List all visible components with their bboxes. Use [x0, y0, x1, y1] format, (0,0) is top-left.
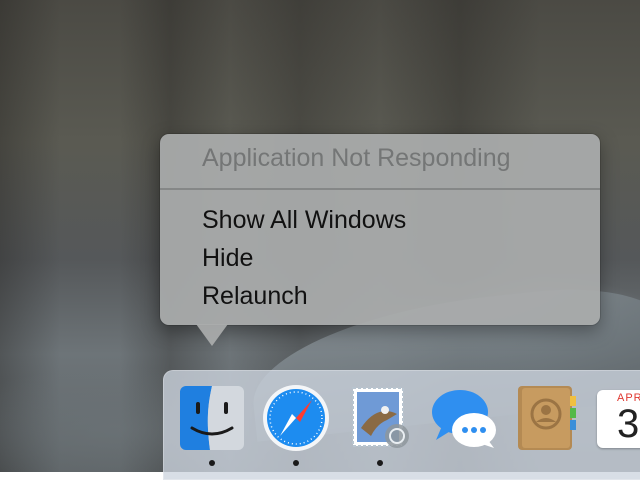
safari-icon: [263, 385, 329, 451]
dock-context-menu: Application Not Responding Show All Wind…: [160, 134, 600, 325]
mail-icon: [352, 387, 409, 448]
calendar-day: 3: [617, 402, 640, 446]
dock-item-calendar[interactable]: APR 3: [597, 384, 640, 452]
running-indicator-mail: [377, 460, 383, 466]
dock-item-safari[interactable]: [262, 384, 330, 452]
contacts-icon: [518, 386, 576, 450]
calendar-icon: APR 3: [597, 390, 640, 448]
finder-icon: [180, 386, 244, 450]
dock-item-mail[interactable]: [347, 384, 415, 452]
menu-separator: [160, 188, 600, 190]
menu-pointer-arrow: [196, 324, 228, 346]
menu-item-hide[interactable]: Hide: [202, 244, 253, 273]
dock-item-finder[interactable]: [178, 384, 246, 452]
running-indicator-safari: [293, 460, 299, 466]
messages-icon: [432, 390, 496, 448]
menu-item-relaunch[interactable]: Relaunch: [202, 282, 308, 311]
running-indicator-finder: [209, 460, 215, 466]
menu-item-show-all-windows[interactable]: Show All Windows: [202, 206, 406, 235]
dock-item-contacts[interactable]: [514, 384, 582, 452]
dock-item-messages[interactable]: [430, 384, 498, 452]
menu-header-not-responding: Application Not Responding: [202, 144, 511, 172]
